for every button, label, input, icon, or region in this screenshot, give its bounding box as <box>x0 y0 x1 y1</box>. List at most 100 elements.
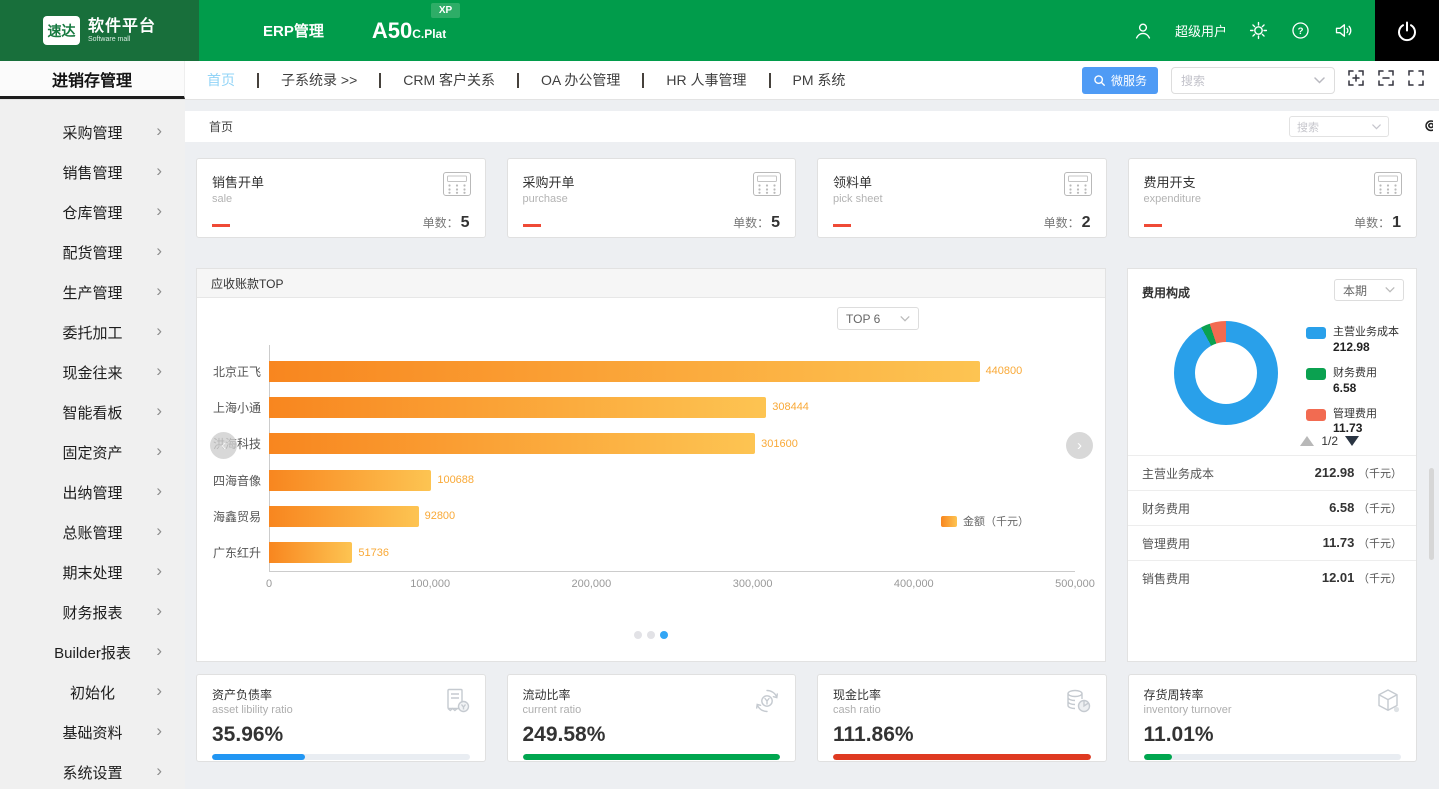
page-scrollbar[interactable] <box>1429 468 1434 560</box>
nav-item-2[interactable]: CRM 客户关系 <box>381 70 517 90</box>
bar-category: 四海音像 <box>189 472 261 489</box>
sidebar-item-1[interactable]: 销售管理› <box>0 152 185 192</box>
expense-value: 6.58 （千元） <box>1329 500 1402 516</box>
module-title[interactable]: 进销存管理 <box>0 61 185 99</box>
gear-icon[interactable] <box>1248 20 1269 41</box>
chevron-right-icon: › <box>156 122 162 139</box>
sidebar-item-3[interactable]: 配货管理› <box>0 232 185 272</box>
bar-value: 51736 <box>358 547 389 559</box>
pager-down-icon[interactable] <box>1345 436 1359 446</box>
legend-swatch <box>941 516 957 527</box>
expense-label: 销售费用 <box>1142 570 1190 587</box>
red-dash <box>523 224 541 227</box>
expense-donut-chart <box>1174 321 1278 425</box>
expense-row-3: 销售费用 12.01 （千元） <box>1128 560 1416 595</box>
tab-home[interactable]: 首页 <box>209 118 233 135</box>
legend-value: 6.58 <box>1333 381 1377 395</box>
carousel-next-button[interactable]: › <box>1066 432 1093 459</box>
bar[interactable] <box>269 542 352 563</box>
carousel-dot-2[interactable] <box>660 631 668 639</box>
sidebar-item-9[interactable]: 出纳管理› <box>0 472 185 512</box>
expense-value: 11.73 （千元） <box>1323 535 1402 551</box>
donut-legend-item-2: 管理费用11.73 <box>1306 408 1399 436</box>
expense-row-2: 管理费用11.73 （千元） <box>1128 525 1416 560</box>
bar-category: 上海小通 <box>189 399 261 416</box>
period-select[interactable]: 本期 <box>1334 279 1404 301</box>
sidebar-item-13[interactable]: Builder报表› <box>0 632 185 672</box>
summary-card-0[interactable]: 销售开单sale单数：5 <box>196 158 486 238</box>
tab-search-select[interactable]: 搜索 <box>1289 116 1389 137</box>
calculator-icon <box>1063 171 1093 202</box>
sidebar-item-14[interactable]: 初始化› <box>0 672 185 712</box>
nav-item-0[interactable]: 首页 <box>185 70 257 90</box>
summary-card-1[interactable]: 采购开单purchase单数：5 <box>507 158 797 238</box>
progress-track <box>1144 754 1402 760</box>
bar[interactable] <box>269 470 431 491</box>
sidebar-item-8[interactable]: 固定资产› <box>0 432 185 472</box>
card-count: 单数：5 <box>733 214 780 232</box>
current-user[interactable]: 超级用户 <box>1175 21 1227 40</box>
pager-up-icon[interactable] <box>1300 436 1314 446</box>
donut-legend-item-1: 财务费用6.58 <box>1306 367 1399 395</box>
sidebar-item-15[interactable]: 基础资料› <box>0 712 185 752</box>
nav-search-select[interactable]: 搜索 <box>1171 67 1335 94</box>
x-tick: 500,000 <box>1055 578 1095 590</box>
nav-item-1[interactable]: 子系统录 >> <box>259 70 379 90</box>
fullscreen-icon[interactable] <box>1408 70 1424 91</box>
chevron-right-icon: › <box>156 602 162 619</box>
sidebar-item-12[interactable]: 财务报表› <box>0 592 185 632</box>
nav-item-5[interactable]: PM 系统 <box>771 70 868 90</box>
sidebar-item-6[interactable]: 现金往来› <box>0 352 185 392</box>
clipped-menu-icon[interactable]: ⦾ <box>1425 118 1433 136</box>
sidebar-item-16[interactable]: 系统设置› <box>0 752 185 789</box>
legend-swatch <box>1306 409 1326 421</box>
summary-card-3[interactable]: 费用开支expenditure单数：1 <box>1128 158 1418 238</box>
legend-value: 212.98 <box>1333 340 1399 354</box>
sidebar-item-10[interactable]: 总账管理› <box>0 512 185 552</box>
red-dash <box>833 224 851 227</box>
expense-value: 12.01 （千元） <box>1322 570 1402 586</box>
progress-track <box>212 754 470 760</box>
summary-card-2[interactable]: 领料单pick sheet单数：2 <box>817 158 1107 238</box>
expense-table: 主营业务成本212.98 （千元）财务费用6.58 （千元）管理费用11.73 … <box>1128 455 1416 595</box>
chart-title: 应收账款TOP <box>197 269 1105 298</box>
nav-item-4[interactable]: HR 人事管理 <box>644 70 768 90</box>
bar-category: 北京正飞 <box>189 363 261 380</box>
bar-row-3: 四海音像100688 <box>269 462 1075 498</box>
chevron-right-icon: › <box>156 522 162 539</box>
microservice-button[interactable]: 微服务 <box>1082 67 1158 94</box>
bar-row-2: 洪海科技301600 <box>269 426 1075 462</box>
sidebar-item-11[interactable]: 期末处理› <box>0 552 185 592</box>
expense-value: 212.98 （千元） <box>1315 465 1402 481</box>
sidebar-item-4[interactable]: 生产管理› <box>0 272 185 312</box>
carousel-prev-button[interactable]: ‹ <box>210 432 237 459</box>
top-n-select[interactable]: TOP 6 <box>837 307 919 330</box>
carousel-dot-0[interactable] <box>634 631 642 639</box>
chevron-down-icon <box>900 316 910 322</box>
card-count: 单数：1 <box>1354 214 1401 232</box>
zoom-in-window-icon[interactable] <box>1348 70 1364 91</box>
user-icon[interactable] <box>1132 20 1154 42</box>
power-button[interactable] <box>1375 0 1439 61</box>
bar[interactable] <box>269 361 980 382</box>
speaker-icon[interactable] <box>1332 20 1355 41</box>
zoom-out-window-icon[interactable] <box>1378 70 1394 91</box>
expense-title: 费用构成 <box>1142 284 1190 301</box>
sidebar-item-7[interactable]: 智能看板› <box>0 392 185 432</box>
help-icon[interactable]: ? <box>1290 20 1311 41</box>
bar[interactable] <box>269 506 419 527</box>
bar[interactable] <box>269 397 766 418</box>
nav-item-3[interactable]: OA 办公管理 <box>519 70 642 90</box>
chevron-down-icon <box>1385 287 1395 293</box>
calculator-icon <box>1373 171 1403 202</box>
card-title: 领料单 <box>833 172 1091 191</box>
pager-text: 1/2 <box>1321 434 1338 448</box>
carousel-dot-1[interactable] <box>647 631 655 639</box>
sidebar-item-5[interactable]: 委托加工› <box>0 312 185 352</box>
x-tick: 300,000 <box>733 578 773 590</box>
bar[interactable] <box>269 433 755 454</box>
card-subtitle: purchase <box>523 193 781 205</box>
sidebar-item-0[interactable]: 采购管理› <box>0 112 185 152</box>
sidebar-item-2[interactable]: 仓库管理› <box>0 192 185 232</box>
edition-name: A50C.Plat XP <box>372 18 446 44</box>
